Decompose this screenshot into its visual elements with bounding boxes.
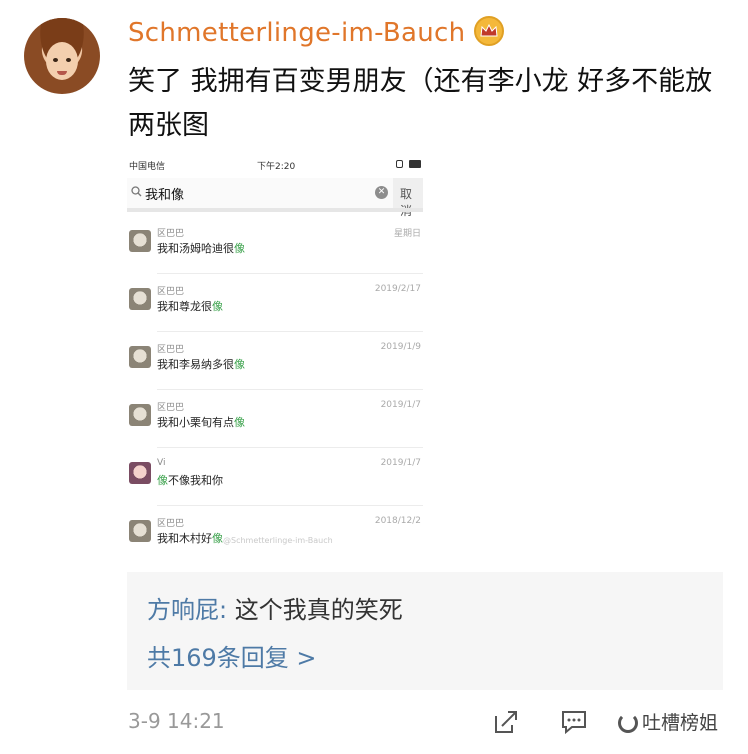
embedded-screenshot[interactable]: 中国电信 下午2:20 我和像 ✕ 取消 区巴巴 我和汤姆哈迪很像 星期日 区巴…	[127, 156, 423, 556]
watermark: @Schmetterlinge-im-Bauch	[223, 536, 333, 545]
contact-name: 区巴巴	[157, 403, 185, 413]
more-replies-link[interactable]: 共169条回复 >	[147, 638, 317, 673]
top-comment: 方响屁: 这个我真的笑死	[147, 590, 403, 625]
message-snippet: 我和汤姆哈迪很像	[157, 242, 245, 255]
contact-avatar	[129, 462, 151, 484]
chat-result-row[interactable]: Vi 像不像我和你 2019/1/7	[127, 454, 423, 506]
message-date: 星期日	[393, 229, 421, 239]
message-snippet: 我和尊龙很像	[157, 300, 223, 313]
contact-name: 区巴巴	[157, 229, 185, 239]
contact-name: 区巴巴	[157, 519, 185, 529]
lock-icon	[396, 160, 403, 168]
search-input[interactable]: 我和像 ✕	[127, 178, 393, 208]
battery-icon	[409, 160, 421, 168]
search-icon	[131, 186, 142, 197]
carrier-label: 中国电信	[129, 162, 166, 172]
message-date: 2019/1/7	[380, 400, 421, 410]
message-date: 2019/1/7	[380, 458, 421, 468]
chat-result-row[interactable]: 区巴巴 我和李易纳多很像 2019/1/9	[127, 338, 423, 390]
message-date: 2019/1/9	[380, 342, 421, 352]
chat-result-row[interactable]: 区巴巴 我和小栗旬有点像 2019/1/7	[127, 396, 423, 448]
contact-avatar	[129, 346, 151, 368]
post-text: 笑了 我拥有百变男朋友（还有李小龙 好多不能放两张图	[128, 66, 713, 141]
cancel-button[interactable]: 取消	[400, 185, 423, 219]
crown-badge-icon	[474, 16, 504, 46]
contact-avatar	[129, 230, 151, 252]
message-date: 2018/12/2	[374, 516, 421, 526]
contact-avatar	[129, 520, 151, 542]
message-date: 2019/2/17	[374, 284, 421, 294]
user-avatar[interactable]	[24, 18, 100, 94]
comment-icon[interactable]	[560, 708, 588, 736]
comment-text: 这个我真的笑死	[227, 596, 403, 624]
clock-label: 下午2:20	[257, 162, 296, 172]
chat-result-row[interactable]: 区巴巴 我和汤姆哈迪很像 星期日	[127, 222, 423, 274]
brand-watermark: 吐槽榜姐	[618, 708, 718, 735]
contact-name: Vi	[157, 458, 166, 468]
chat-result-row[interactable]: 区巴巴 我和木村好像 2018/12/2	[127, 512, 423, 556]
chat-result-row[interactable]: 区巴巴 我和尊龙很像 2019/2/17	[127, 280, 423, 332]
message-snippet: 我和小栗旬有点像	[157, 416, 245, 429]
contact-avatar	[129, 404, 151, 426]
clear-icon[interactable]: ✕	[375, 186, 388, 199]
comment-author[interactable]: 方响屁:	[147, 596, 227, 624]
status-bar: 中国电信 下午2:20	[127, 156, 423, 174]
message-snippet: 我和李易纳多很像	[157, 358, 245, 371]
brand-logo-icon	[618, 713, 638, 733]
message-snippet: 我和木村好像	[157, 532, 223, 545]
contact-name: 区巴巴	[157, 345, 185, 355]
contact-name: 区巴巴	[157, 287, 185, 297]
message-snippet: 像不像我和你	[157, 474, 223, 487]
comment-preview[interactable]: 方响屁: 这个我真的笑死 共169条回复 >	[127, 572, 723, 690]
divider	[127, 208, 423, 212]
post-timestamp: 3-9 14:21	[128, 709, 225, 733]
share-icon[interactable]	[492, 708, 520, 736]
username[interactable]: Schmetterlinge-im-Bauch	[128, 18, 465, 48]
search-query: 我和像	[145, 188, 185, 203]
contact-avatar	[129, 288, 151, 310]
search-row: 我和像 ✕ 取消	[127, 178, 423, 218]
